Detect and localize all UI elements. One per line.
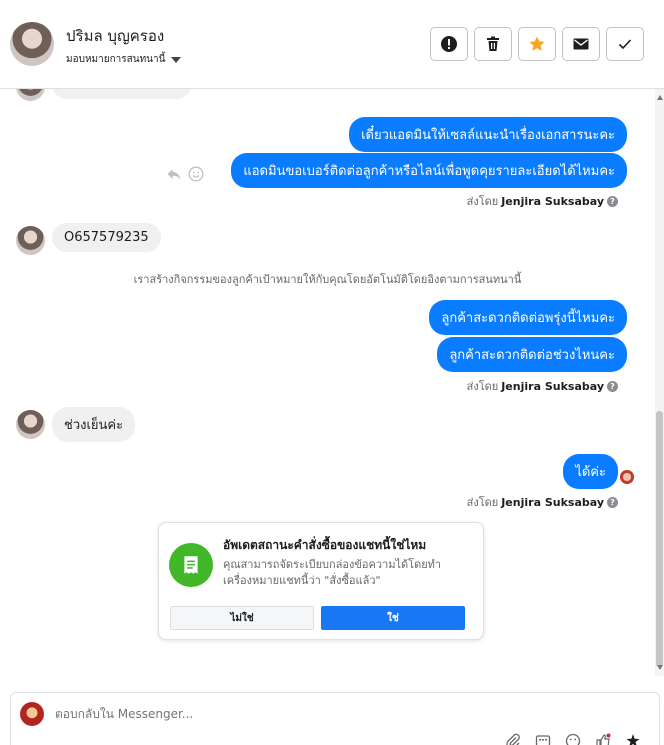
emoji-react-icon[interactable]: [188, 166, 204, 182]
header-actions: [430, 27, 644, 61]
sent-by-name: Jenjira Suksabay: [501, 379, 604, 393]
system-note: เราสร้างกิจกรรมของลูกค้าเป้าหมายให้กับคุ…: [133, 273, 522, 286]
saved-replies-icon[interactable]: [535, 733, 551, 745]
order-card-title: อัพเดตสถานะคำสั่งซื้อของแชทนี้ใช่ไหม: [223, 538, 427, 552]
sent-by-label: ส่งโดย Jenjira Suksabay ?: [467, 192, 618, 210]
contact-avatar-small: [16, 226, 45, 255]
message-thread: เดี๋ยวแอดมินให้เซลล์แนะนำเรื่องเอกสารนะค…: [0, 89, 655, 676]
sent-by-name: Jenjira Suksabay: [501, 495, 604, 509]
seen-avatar: [620, 470, 634, 484]
mark-unread-button[interactable]: [562, 27, 600, 61]
star-icon: [529, 36, 545, 51]
message-bubble-outgoing[interactable]: ลูกค้าสะดวกติดต่อช่วงไหนคะ: [437, 337, 627, 372]
more-tools-icon[interactable]: [625, 733, 641, 745]
reply-input[interactable]: [55, 707, 455, 721]
scrollbar[interactable]: [655, 89, 664, 676]
mark-spam-button[interactable]: [430, 27, 468, 61]
contact-avatar-small: [16, 89, 45, 101]
message-bubble-incoming[interactable]: ช่วงเย็นค่ะ: [52, 407, 136, 442]
receipt-icon: [169, 543, 213, 587]
mail-icon: [573, 38, 589, 50]
sent-by-prefix: ส่งโดย: [466, 496, 499, 509]
message-bubble-outgoing[interactable]: เดี๋ยวแอดมินให้เซลล์แนะนำเรื่องเอกสารนะค…: [349, 117, 627, 152]
contact-avatar[interactable]: [10, 22, 54, 66]
info-icon[interactable]: ?: [607, 496, 618, 508]
order-yes-button[interactable]: ใช่: [321, 606, 465, 630]
contact-name[interactable]: ปริมล บุญครอง: [66, 24, 164, 48]
sent-by-label: ส่งโดย Jenjira Suksabay ?: [467, 377, 618, 395]
reply-composer: [10, 692, 660, 745]
order-no-button[interactable]: ไม่ใช่: [170, 606, 314, 630]
mark-done-button[interactable]: [606, 27, 644, 61]
message-bubble-outgoing[interactable]: ลูกค้าสะดวกติดต่อพรุ่งนี้ไหมคะ: [429, 300, 627, 335]
attachment-icon[interactable]: [505, 733, 521, 745]
info-icon[interactable]: ?: [607, 380, 618, 392]
reply-icon[interactable]: [166, 166, 182, 182]
message-bubble-incoming[interactable]: [52, 89, 192, 99]
trash-icon: [487, 36, 499, 51]
check-icon: [618, 39, 632, 50]
scroll-down-arrow[interactable]: [657, 665, 663, 670]
message-bubble-incoming[interactable]: O657579235: [52, 223, 161, 252]
assign-conversation-dropdown[interactable]: มอบหมายการสนทนานี้: [66, 52, 182, 67]
contact-avatar-small: [16, 410, 45, 439]
scroll-up-arrow[interactable]: [657, 95, 663, 100]
message-bubble-outgoing[interactable]: แอดมินขอเบอร์ติดต่อลูกค้าหรือไลน์เพื่อพู…: [231, 153, 627, 188]
scroll-thumb[interactable]: [656, 411, 663, 667]
star-button[interactable]: [518, 27, 556, 61]
assign-label: มอบหมายการสนทนานี้: [66, 54, 166, 65]
message-bubble-outgoing[interactable]: ได้ค่ะ: [563, 454, 618, 489]
sent-by-label: ส่งโดย Jenjira Suksabay ?: [467, 493, 618, 511]
sent-by-prefix: ส่งโดย: [466, 195, 499, 208]
page-avatar: [20, 702, 44, 726]
composer-tools: [505, 733, 641, 745]
message-hover-actions: [166, 166, 204, 182]
info-icon[interactable]: ?: [607, 195, 618, 207]
like-icon[interactable]: [595, 733, 611, 745]
emoji-icon[interactable]: [565, 733, 581, 745]
delete-button[interactable]: [474, 27, 512, 61]
order-status-card: อัพเดตสถานะคำสั่งซื้อของแชทนี้ใช่ไหม คุณ…: [158, 522, 484, 640]
alert-icon: [441, 36, 457, 52]
caret-down-icon: [171, 56, 182, 63]
order-card-description: คุณสามารถจัดระเบียบกล่องข้อความได้โดยทำเ…: [223, 558, 442, 587]
sent-by-name: Jenjira Suksabay: [501, 194, 604, 208]
sent-by-prefix: ส่งโดย: [466, 380, 499, 393]
conversation-header: ปริมล บุญครอง มอบหมายการสนทนานี้: [0, 0, 664, 89]
